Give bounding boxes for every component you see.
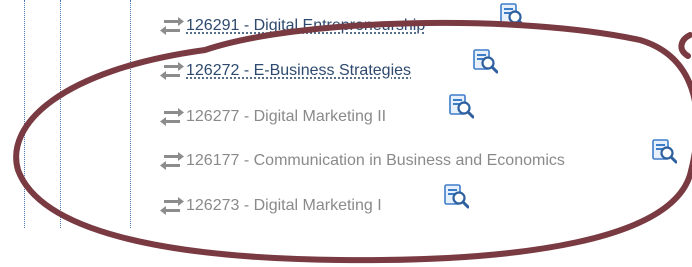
course-row: 126272 - E-Business Strategies	[160, 56, 411, 86]
course-label: 126277 - Digital Marketing II	[186, 108, 387, 125]
magnifier-document-icon[interactable]	[448, 94, 474, 120]
course-label: 126273 - Digital Marketing I	[186, 197, 382, 214]
swap-arrows-icon[interactable]	[160, 107, 184, 127]
course-row: 126291 - Digital Entrepreneurship	[160, 11, 425, 41]
course-link[interactable]: 126291 - Digital Entrepreneurship	[186, 16, 425, 36]
course-label: 126177 - Communication in Business and E…	[186, 152, 565, 169]
swap-arrows-icon[interactable]	[160, 16, 184, 36]
course-link[interactable]: 126272 - E-Business Strategies	[186, 61, 411, 81]
magnifier-document-icon[interactable]	[499, 3, 525, 29]
course-row: 126277 - Digital Marketing II	[160, 102, 386, 132]
magnifier-document-icon[interactable]	[472, 49, 498, 75]
course-list: 126291 - Digital Entrepreneurship 126272…	[0, 0, 692, 267]
magnifier-document-icon[interactable]	[443, 184, 469, 210]
course-row: 126273 - Digital Marketing I	[160, 191, 382, 221]
swap-arrows-icon[interactable]	[160, 196, 184, 216]
course-row: 126177 - Communication in Business and E…	[160, 146, 565, 176]
magnifier-document-icon[interactable]	[651, 139, 677, 165]
swap-arrows-icon[interactable]	[160, 61, 184, 81]
swap-arrows-icon[interactable]	[160, 151, 184, 171]
